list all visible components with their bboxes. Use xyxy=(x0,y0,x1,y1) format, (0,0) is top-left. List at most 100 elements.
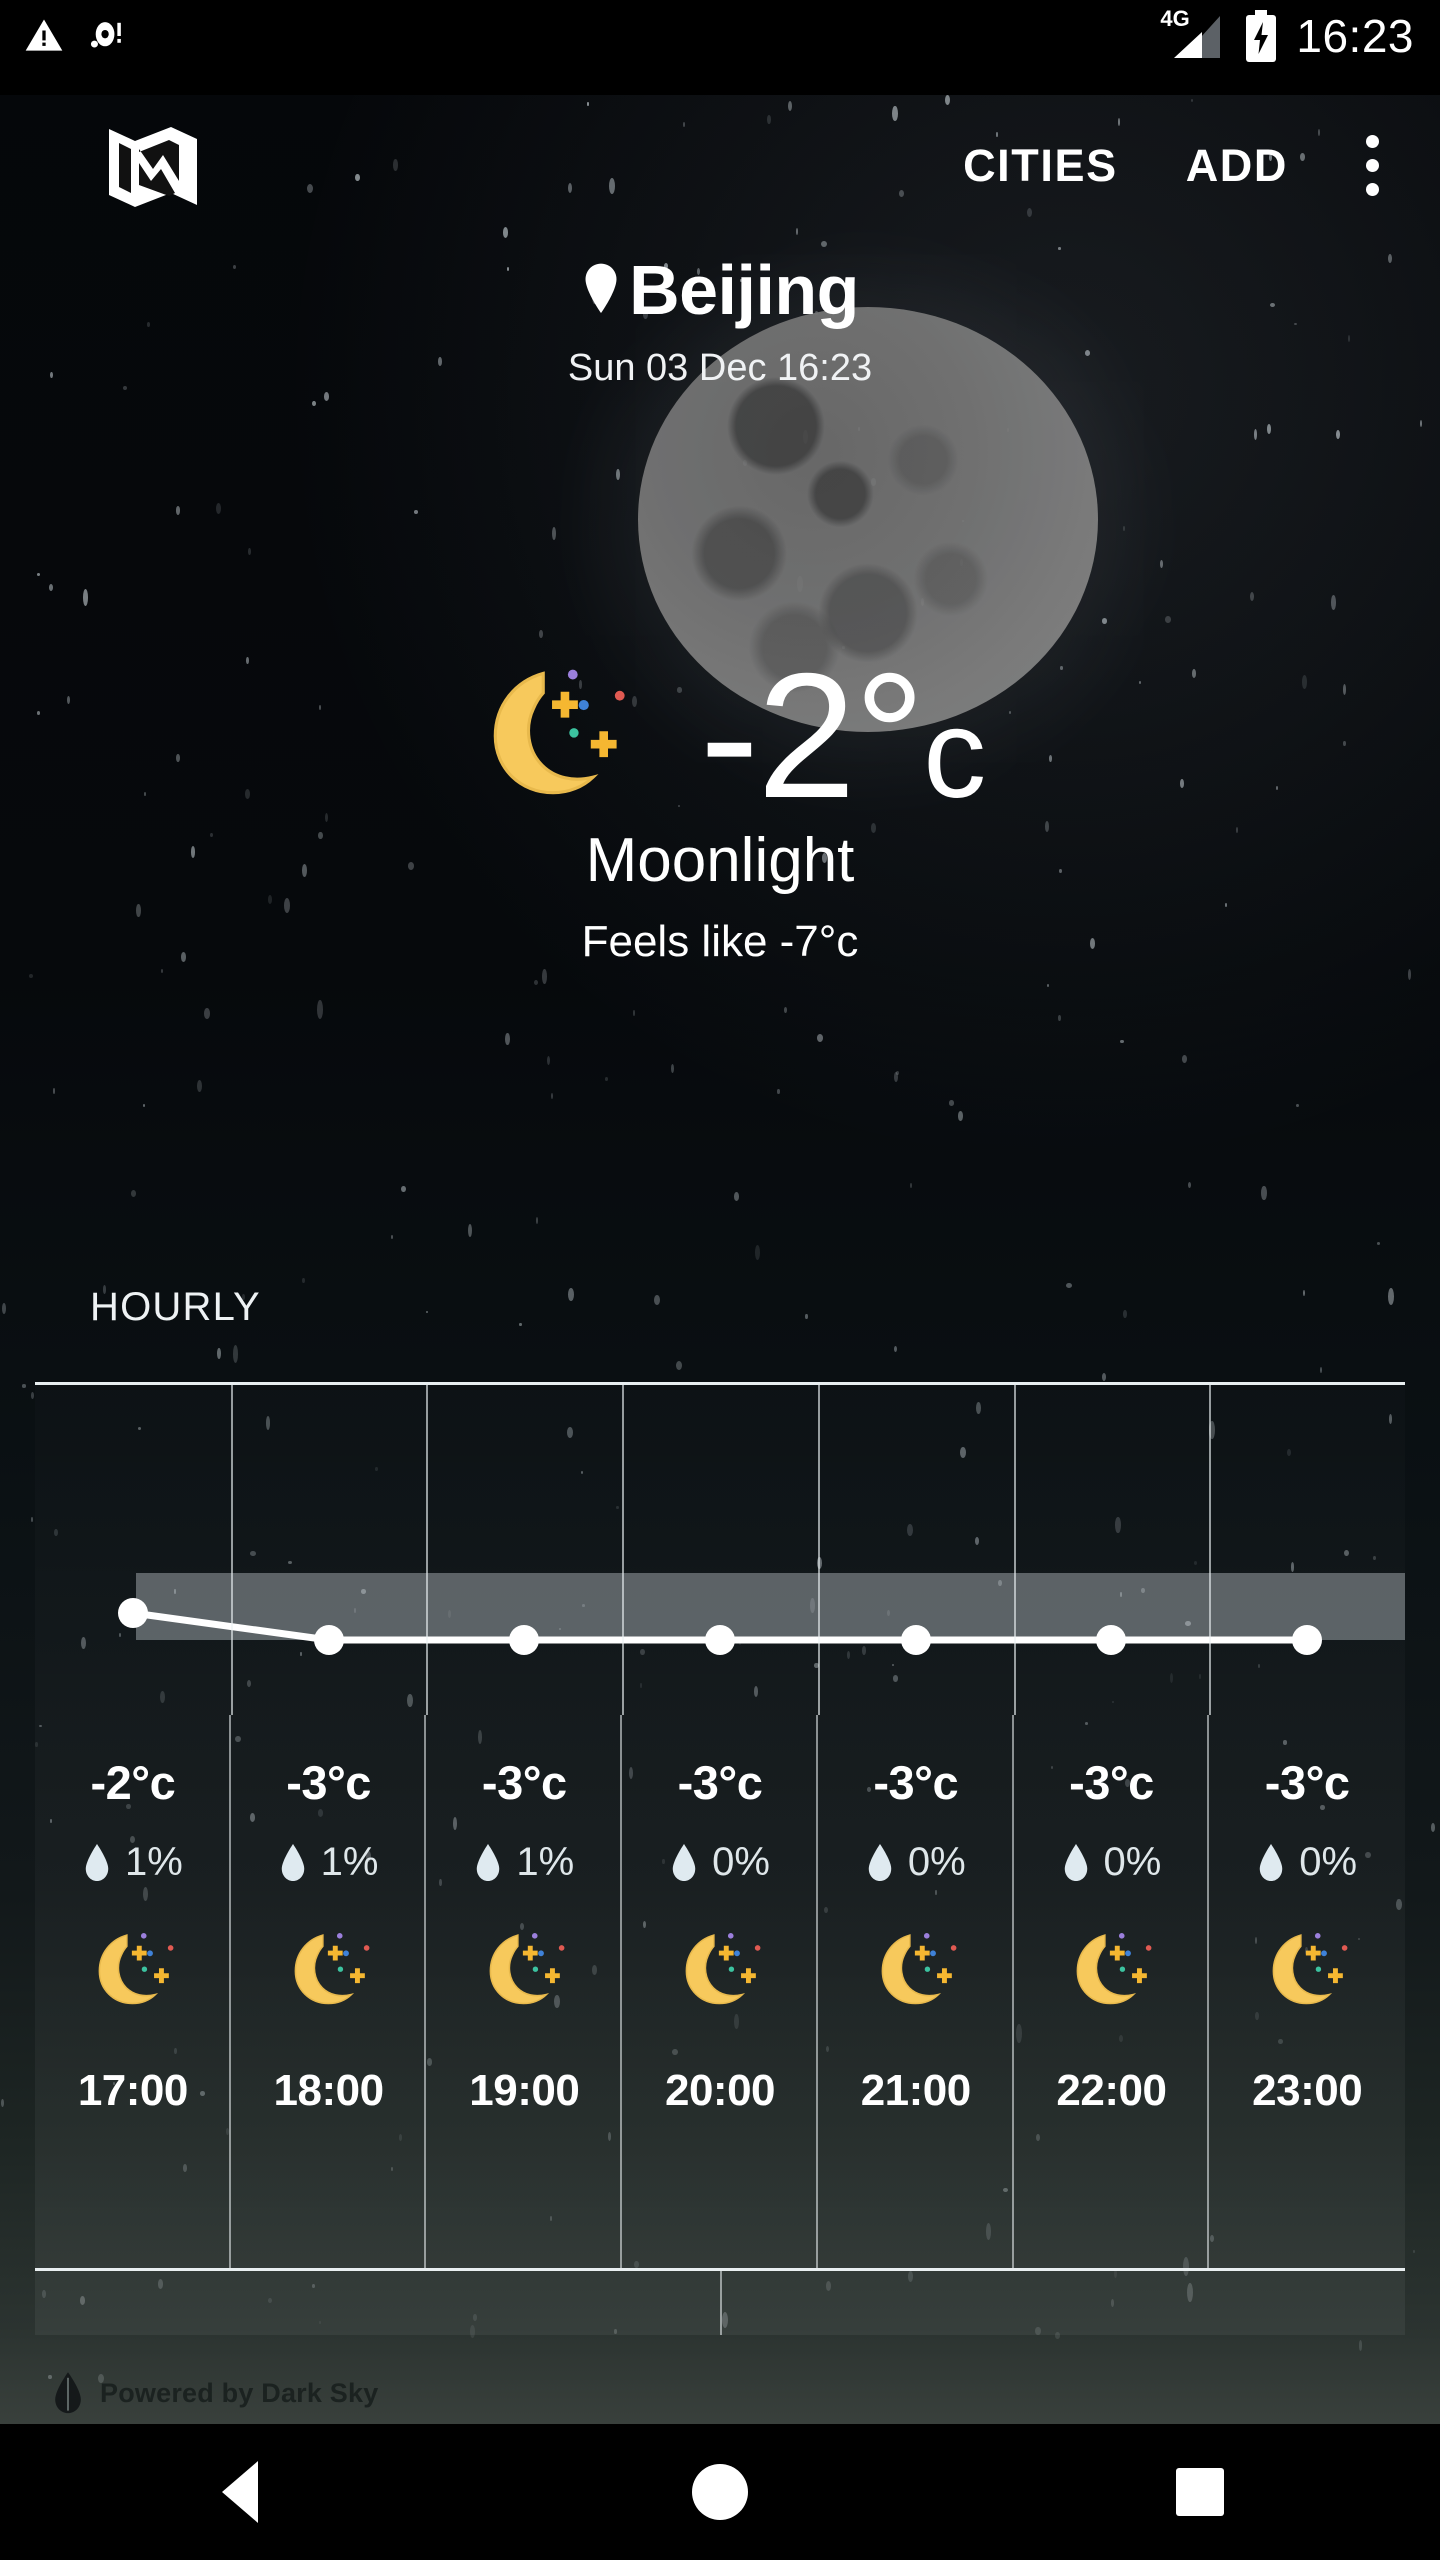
hourly-temperature: -3°c xyxy=(481,1756,567,1809)
add-button[interactable]: ADD xyxy=(1152,143,1322,188)
water-drop-icon xyxy=(672,1843,696,1881)
hourly-column[interactable]: -3°c 1% 18:00 xyxy=(231,1715,427,2270)
current-weather-hero: Beijing Sun 03 Dec 16:23 -2°c Moonlight xyxy=(0,235,1440,1260)
hourly-column[interactable]: -3°c 0% 20:00 xyxy=(622,1715,818,2270)
current-temperature-row: -2°c xyxy=(0,640,1440,831)
crescent-moon-stars-icon xyxy=(98,1933,174,2005)
hourly-divider xyxy=(35,1382,1405,1385)
chart-data-point xyxy=(900,1625,931,1655)
status-bar-left-icons xyxy=(22,14,130,58)
nav-back-button[interactable] xyxy=(0,2424,480,2560)
condition-text: Moonlight xyxy=(585,826,855,895)
hourly-precipitation: 0% xyxy=(866,1840,966,1885)
crescent-moon-stars-icon xyxy=(489,1933,565,2005)
hourly-section-title: HOURLY xyxy=(90,1285,261,1329)
chart-data-point xyxy=(117,1598,148,1628)
hourly-precipitation: 1% xyxy=(83,1840,183,1885)
location-pin-icon xyxy=(585,263,617,314)
cities-button[interactable]: CITIES xyxy=(929,143,1152,188)
city-name: Beijing xyxy=(629,251,859,329)
hourly-weather-icon xyxy=(664,1919,776,2028)
current-datetime: Sun 03 Dec 16:23 xyxy=(567,347,873,389)
chart-gridline xyxy=(818,1385,820,1715)
attribution[interactable]: Powered by Dark Sky xyxy=(52,2372,378,2414)
hourly-column[interactable]: -3°c 0% 22:00 xyxy=(1014,1715,1210,2270)
crescent-moon-stars-icon xyxy=(1272,1933,1348,2005)
water-drop-icon xyxy=(85,1843,109,1881)
hourly-column[interactable]: -3°c 1% 19:00 xyxy=(426,1715,623,2270)
hourly-precipitation: 1% xyxy=(279,1840,379,1885)
hourly-time: 20:00 xyxy=(664,2066,776,2115)
hourly-weather-icon xyxy=(860,1919,972,2028)
water-drop-icon xyxy=(868,1843,892,1881)
back-triangle-icon xyxy=(222,2461,258,2523)
temperature-unit: c xyxy=(923,682,986,824)
hourly-precipitation: 1% xyxy=(474,1840,574,1885)
hourly-temperature: -3°c xyxy=(1264,1756,1350,1809)
status-bar-clock: 16:23 xyxy=(1296,10,1414,62)
map-icon xyxy=(109,127,197,207)
location-row: Beijing xyxy=(0,255,1440,325)
app-alert-icon xyxy=(90,22,121,48)
crescent-moon-stars-icon xyxy=(1077,1933,1152,2005)
dark-sky-drop-icon xyxy=(55,2372,81,2414)
hourly-time: 21:00 xyxy=(860,2066,972,2115)
feels-like-text: Feels like -7°c xyxy=(581,917,859,966)
hourly-precipitation-value: 1% xyxy=(320,1840,379,1884)
current-temperature: -2°c xyxy=(700,646,986,825)
water-drop-icon xyxy=(1064,1843,1087,1881)
weather-app-screen: 4G 16:23 CITIES ADD Beijing Sun 03 Dec 1… xyxy=(0,0,1440,2560)
chart-gridline xyxy=(1209,1385,1211,1715)
recents-square-icon xyxy=(1176,2468,1224,2516)
hourly-temperature: -3°c xyxy=(1069,1756,1154,1809)
hourly-precipitation: 0% xyxy=(1062,1840,1162,1885)
chart-gridline xyxy=(231,1385,233,1715)
nav-home-button[interactable] xyxy=(480,2424,960,2560)
android-nav-bar xyxy=(0,2424,1440,2560)
status-bar: 4G 16:23 xyxy=(0,0,1440,95)
next-section-divider xyxy=(35,2268,1405,2271)
nav-recents-button[interactable] xyxy=(960,2424,1440,2560)
hourly-time: 19:00 xyxy=(469,2066,580,2115)
hourly-column[interactable]: -2°c 1% 17:00 xyxy=(35,1715,231,2270)
hourly-weather-icon xyxy=(1055,1919,1167,2028)
hourly-precipitation-value: 1% xyxy=(516,1840,575,1884)
chart-data-point xyxy=(705,1625,735,1655)
hourly-time: 23:00 xyxy=(1252,2066,1363,2115)
hourly-precipitation: 0% xyxy=(1257,1840,1357,1885)
home-circle-icon xyxy=(692,2464,748,2520)
hourly-column[interactable]: -3°c 0% 23:00 xyxy=(1209,1715,1405,2270)
hourly-precipitation: 0% xyxy=(670,1840,770,1885)
water-drop-icon xyxy=(477,1843,500,1881)
map-button[interactable] xyxy=(98,117,208,217)
hourly-weather-icon xyxy=(273,1919,385,2028)
hourly-temperature: -3°c xyxy=(677,1756,763,1809)
hourly-precipitation-value: 0% xyxy=(1103,1840,1162,1884)
app-bar: CITIES ADD xyxy=(0,95,1440,235)
signal-bars-icon: 4G xyxy=(1160,6,1226,62)
status-bar-right-icons: 4G 16:23 xyxy=(1160,6,1414,62)
hourly-columns: -2°c 1% 17:00 -3°c 1% 18:00 -3°c 1% 19:00-… xyxy=(35,1715,1405,2270)
hourly-precipitation-value: 0% xyxy=(712,1840,770,1884)
chart-data-point xyxy=(1292,1625,1323,1655)
warning-triangle-icon xyxy=(25,19,63,51)
battery-charging-icon xyxy=(1246,10,1277,62)
water-drop-icon xyxy=(1260,1843,1283,1881)
hourly-precipitation-value: 1% xyxy=(124,1840,183,1884)
hourly-time: 18:00 xyxy=(273,2066,385,2115)
next-section-column-divider xyxy=(720,2271,722,2335)
temperature-value: -2° xyxy=(699,635,925,835)
next-section-peek[interactable] xyxy=(35,2271,1405,2335)
hourly-weather-icon xyxy=(77,1919,189,2028)
attribution-text: Powered by Dark Sky xyxy=(100,2377,379,2408)
hourly-column[interactable]: -3°c 0% 21:00 xyxy=(818,1715,1014,2270)
hourly-time: 22:00 xyxy=(1056,2066,1167,2115)
hourly-time: 17:00 xyxy=(77,2066,189,2115)
chart-gridline xyxy=(622,1385,624,1715)
overflow-menu-button[interactable] xyxy=(1332,120,1412,210)
crescent-moon-stars-icon xyxy=(456,646,652,831)
hourly-forecast-panel[interactable]: -2°c 1% 17:00 -3°c 1% 18:00 -3°c 1% 19:00-… xyxy=(35,1385,1405,2270)
hourly-precipitation-value: 0% xyxy=(907,1840,966,1884)
chart-gridline xyxy=(1014,1385,1016,1715)
hourly-precipitation-value: 0% xyxy=(1299,1840,1358,1884)
